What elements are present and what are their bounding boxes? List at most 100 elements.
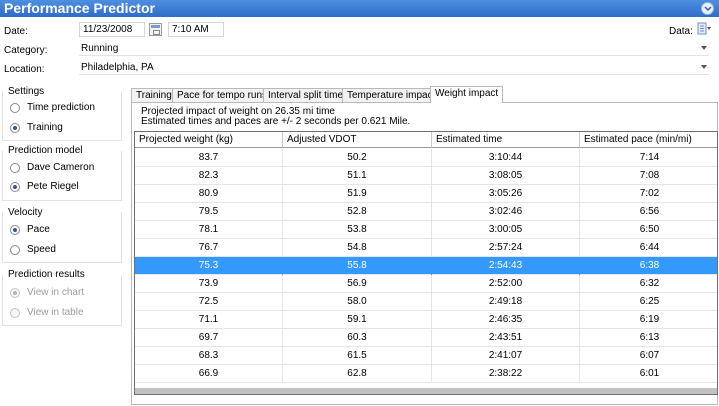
table-cell: 75.3 bbox=[135, 257, 283, 275]
table-cell: 3:10:44 bbox=[432, 149, 580, 167]
table-cell: 6:19 bbox=[639, 314, 660, 325]
location-select[interactable]: Philadelphia, PA bbox=[79, 61, 709, 75]
table-row[interactable]: 68.3 61.5 2:41:07 6:07 bbox=[135, 347, 717, 365]
table-row[interactable]: 82.3 51.1 3:08:05 7:08 bbox=[135, 167, 717, 185]
table-cell: 66.9 bbox=[135, 365, 283, 383]
table-cell: 69.7 bbox=[135, 329, 283, 347]
tab-training[interactable]: Training bbox=[131, 88, 177, 102]
table-cell: 76.7 bbox=[135, 239, 283, 257]
table-row[interactable]: 78.1 53.8 3:00:05 6:50 bbox=[135, 221, 717, 239]
table-cell: 3:08:05 bbox=[432, 167, 580, 185]
category-select[interactable]: Running bbox=[79, 42, 709, 56]
table-cell: 50.2 bbox=[283, 149, 432, 167]
header-projected-weight[interactable]: Projected weight (kg) bbox=[135, 132, 283, 148]
table-cell: 79.5 bbox=[135, 203, 283, 221]
table-cell: 58.0 bbox=[283, 293, 432, 311]
table-row[interactable]: 72.5 58.0 2:49:18 6:25 bbox=[135, 293, 717, 311]
table-cell: 51.1 bbox=[283, 167, 432, 185]
table-cell: 61.5 bbox=[283, 347, 432, 365]
title-bar: Performance Predictor bbox=[0, 0, 719, 17]
radio-pace[interactable]: Pace bbox=[10, 224, 120, 237]
table-row[interactable]: 66.9 62.8 2:38:22 6:01 bbox=[135, 365, 717, 383]
time-field[interactable]: 7:10 AM bbox=[168, 22, 224, 37]
category-label: Category: bbox=[4, 45, 48, 56]
tab-temperature-impact[interactable]: Temperature impact bbox=[342, 88, 441, 102]
table-cell: 3:00:05 bbox=[432, 221, 580, 239]
table-cell: 82.3 bbox=[135, 167, 283, 185]
table-cell: 2:41:07 bbox=[432, 347, 580, 365]
table-cell: 59.1 bbox=[283, 311, 432, 329]
table-cell: 52.8 bbox=[283, 203, 432, 221]
header-estimated-time[interactable]: Estimated time bbox=[432, 132, 580, 148]
table-cell: 6:50 bbox=[639, 224, 660, 235]
radio-view-in-table: View in table bbox=[10, 307, 120, 320]
table-row[interactable]: 76.7 54.8 2:57:24 6:44 bbox=[135, 239, 717, 257]
info-line-2: Estimated times and paces are +/- 2 seco… bbox=[141, 116, 411, 127]
table-cell: 3:02:46 bbox=[432, 203, 580, 221]
chevron-down-icon bbox=[701, 46, 707, 50]
collapse-button[interactable] bbox=[701, 2, 714, 15]
table-cell: 54.8 bbox=[283, 239, 432, 257]
table-cell: 68.3 bbox=[135, 347, 283, 365]
radio-training[interactable]: Training bbox=[10, 122, 120, 135]
table-cell: 2:49:18 bbox=[432, 293, 580, 311]
table-cell: 2:57:24 bbox=[432, 239, 580, 257]
weight-impact-table[interactable]: Projected weight (kg) Adjusted VDOT Esti… bbox=[134, 131, 718, 395]
table-row[interactable]: 80.9 51.9 3:05:26 7:02 bbox=[135, 185, 717, 203]
table-row[interactable]: 73.9 56.9 2:52:00 6:32 bbox=[135, 275, 717, 293]
table-cell: 7:02 bbox=[639, 188, 660, 199]
table-cell: 2:54:43 bbox=[432, 257, 580, 275]
table-cell: 62.8 bbox=[283, 365, 432, 383]
table-row[interactable]: 79.5 52.8 3:02:46 6:56 bbox=[135, 203, 717, 221]
table-cell: 56.9 bbox=[283, 275, 432, 293]
date-label: Date: bbox=[4, 26, 28, 37]
table-cell: 2:43:51 bbox=[432, 329, 580, 347]
tab-pace-tempo-runs[interactable]: Pace for tempo runs bbox=[172, 88, 273, 102]
table-cell: 6:13 bbox=[639, 332, 660, 343]
chevron-down-icon bbox=[701, 65, 707, 69]
table-cell: 60.3 bbox=[283, 329, 432, 347]
table-cell: 6:32 bbox=[639, 278, 660, 289]
table-cell: 2:38:22 bbox=[432, 365, 580, 383]
table-header: Projected weight (kg) Adjusted VDOT Esti… bbox=[135, 132, 717, 148]
app-title: Performance Predictor bbox=[4, 0, 155, 16]
table-cell: 7:08 bbox=[639, 170, 660, 181]
radio-view-in-chart: View in chart bbox=[10, 287, 120, 300]
table-row[interactable]: 71.1 59.1 2:46:35 6:19 bbox=[135, 311, 717, 329]
radio-pete-riegel[interactable]: Pete Riegel bbox=[10, 181, 120, 194]
table-row[interactable]: 69.7 60.3 2:43:51 6:13 bbox=[135, 329, 717, 347]
tab-weight-impact[interactable]: Weight impact bbox=[430, 86, 504, 103]
table-cell: 78.1 bbox=[135, 221, 283, 239]
header-adjusted-vdot[interactable]: Adjusted VDOT bbox=[283, 132, 432, 148]
header-estimated-pace[interactable]: Estimated pace (min/mi) bbox=[580, 132, 717, 148]
table-cell: 51.9 bbox=[283, 185, 432, 203]
table-cell: 55.8 bbox=[283, 257, 432, 275]
calendar-icon[interactable] bbox=[149, 23, 162, 36]
location-label: Location: bbox=[4, 64, 45, 75]
horizontal-scrollbar[interactable] bbox=[135, 388, 717, 394]
table-cell: 71.1 bbox=[135, 311, 283, 329]
table-cell: 80.9 bbox=[135, 185, 283, 203]
table-cell: 6:25 bbox=[639, 296, 660, 307]
location-value: Philadelphia, PA bbox=[81, 62, 154, 73]
data-label: Data: bbox=[669, 26, 693, 37]
radio-dave-cameron[interactable]: Dave Cameron bbox=[10, 162, 120, 175]
radio-speed[interactable]: Speed bbox=[10, 244, 120, 257]
data-menu-icon[interactable] bbox=[697, 22, 711, 36]
tab-interval-split-times[interactable]: Interval split times bbox=[263, 88, 354, 102]
table-row[interactable]: 83.7 50.2 3:10:44 7:14 bbox=[135, 149, 717, 167]
table-cell: 6:56 bbox=[639, 206, 660, 217]
table-cell: 3:05:26 bbox=[432, 185, 580, 203]
table-cell: 83.7 bbox=[135, 149, 283, 167]
table-cell: 2:52:00 bbox=[432, 275, 580, 293]
table-cell: 72.5 bbox=[135, 293, 283, 311]
radio-time-prediction[interactable]: Time prediction bbox=[10, 102, 120, 115]
table-cell: 2:46:35 bbox=[432, 311, 580, 329]
table-cell: 6:38 bbox=[639, 260, 660, 271]
table-row[interactable]: 75.3 55.8 2:54:43 6:38 bbox=[135, 257, 717, 275]
date-field[interactable]: 11/23/2008 bbox=[79, 22, 145, 37]
table-cell: 6:07 bbox=[639, 350, 660, 361]
table-cell: 6:01 bbox=[639, 368, 660, 379]
table-cell: 6:44 bbox=[639, 242, 660, 253]
category-value: Running bbox=[81, 43, 119, 54]
